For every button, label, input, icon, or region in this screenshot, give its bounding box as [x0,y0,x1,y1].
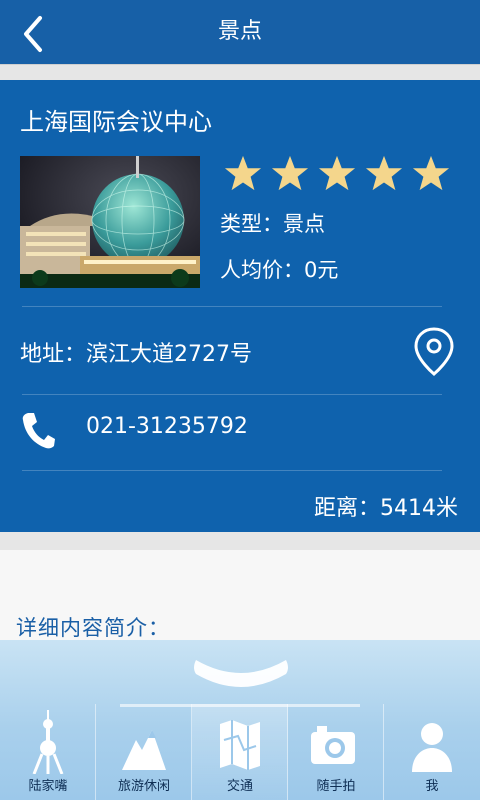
tab-label: 交通 [226,779,253,794]
phone-number[interactable]: 021-31235792 [86,414,248,439]
distance-label: 距离：5414米 [314,496,458,521]
page-title: 景点 [217,19,262,44]
tab-me[interactable]: 我 [384,704,480,800]
mountain-icon [122,730,166,770]
tab-travel-leisure[interactable]: 旅游休闲 [96,704,192,800]
place-name: 上海国际会议中心 [20,108,212,136]
back-button[interactable] [14,14,54,54]
divider [22,470,442,471]
chevron-down-icon [194,660,288,687]
average-price-label: 人均价：0元 [220,258,339,282]
tab-label: 旅游休闲 [117,779,170,794]
divider [22,394,442,395]
star-icon [318,155,356,191]
type-label: 类型：景点 [220,212,325,236]
map-pin-icon [414,327,454,376]
tab-label: 陆家嘴 [28,779,68,794]
star-icon [271,155,309,191]
tab-transport[interactable]: 交通 [192,704,288,800]
tab-lujiazui[interactable]: 陆家嘴 [0,704,96,800]
separator-band [0,64,480,80]
map-icon [220,720,260,770]
call-button[interactable] [20,410,56,450]
tab-snapshot[interactable]: 随手拍 [288,704,384,800]
divider [22,306,442,307]
top-bar: 景点 [0,0,480,64]
detail-intro-label: 详细内容简介： [16,616,170,640]
bottom-tab-bar: 陆家嘴 旅游休闲 交通 随手拍 我 [0,704,480,800]
star-icon [412,155,450,191]
tower-icon [32,710,64,774]
separator-band [0,532,480,550]
tab-label: 随手拍 [316,779,356,794]
detail-section: 详细内容简介： [0,550,480,650]
person-icon [412,723,452,772]
tab-label: 我 [425,779,439,794]
location-button[interactable] [412,326,456,378]
expand-button[interactable] [190,646,292,698]
star-icon [365,155,403,191]
place-info-card: 上海国际会议中心 类型：景点 人均价：0元 地址：滨江大道2727号 021-3… [0,80,480,532]
chevron-left-icon [24,16,42,52]
address-label: 地址：滨江大道2727号 [20,342,252,367]
camera-icon [311,726,355,764]
phone-icon [22,413,55,449]
star-icon [224,155,262,191]
place-photo[interactable] [20,156,200,288]
rating-stars [224,154,454,194]
